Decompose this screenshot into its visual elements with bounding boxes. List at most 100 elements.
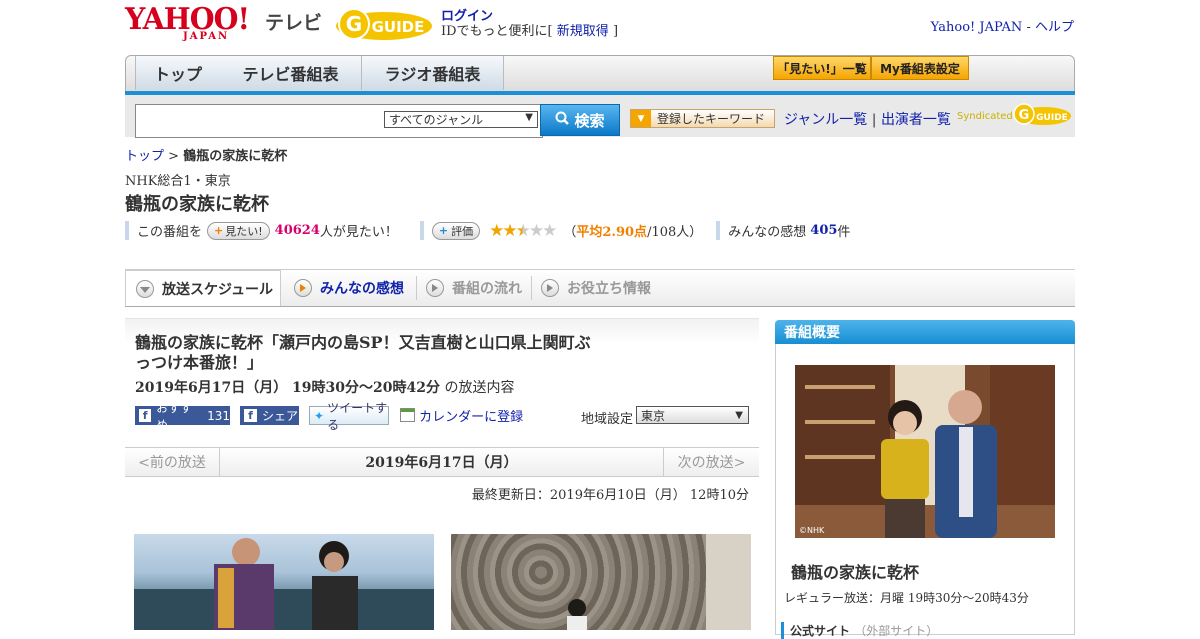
search-icon — [555, 111, 570, 129]
calendar-register[interactable]: カレンダーに登録 — [400, 406, 523, 425]
broadcast-pager: <前の放送 2019年6月17日（月） 次の放送> — [125, 447, 759, 477]
breadcrumb-separator: > — [168, 149, 180, 164]
want-count: 40624 — [274, 223, 320, 238]
star-icon: ★ — [515, 220, 531, 241]
syndicated-label: Syndicated — [957, 111, 1013, 122]
gguide-logo[interactable]: G GUIDE — [334, 6, 434, 42]
triangle-down-icon: ▼ — [631, 110, 651, 127]
subtab-label: みんなの感想 — [320, 281, 404, 297]
calendar-icon — [400, 408, 415, 422]
keyword-button[interactable]: ▼ 登録したキーワード — [630, 109, 775, 128]
login-note-prefix: IDでもっと便利に[ — [441, 24, 553, 39]
facebook-share-button[interactable]: f シェア — [240, 406, 299, 425]
want-prefix: この番組を — [137, 225, 203, 240]
want-button[interactable]: + 見たい! — [207, 221, 270, 240]
search-button[interactable]: 検索 — [540, 104, 620, 136]
tv-logo-text: テレビ — [265, 12, 323, 34]
sidebar-regular-broadcast: レギュラー放送：月曜 19時30分～20時43分 — [784, 591, 1029, 605]
episode-photo-boat — [134, 534, 434, 630]
current-broadcast-date: 2019年6月17日（月） — [365, 455, 518, 471]
facebook-icon: f — [244, 409, 257, 422]
prev-broadcast-button[interactable]: <前の放送 — [125, 448, 220, 476]
play-circle-icon — [426, 279, 444, 297]
breadcrumb-home[interactable]: トップ — [125, 149, 164, 164]
login-note-suffix: ] — [612, 24, 619, 39]
official-site-label: 公式サイト — [790, 624, 851, 638]
next-broadcast-button[interactable]: 次の放送> — [663, 448, 759, 476]
subtab-reviews[interactable]: みんなの感想 — [294, 270, 404, 306]
facebook-icon: f — [139, 409, 152, 422]
region-select-value: 東京 — [641, 408, 666, 423]
subtab-flow[interactable]: 番組の流れ — [426, 270, 522, 306]
gguide-logo-text: GUIDE — [372, 18, 425, 36]
star-icon: ★ — [502, 220, 517, 241]
divider — [716, 221, 721, 240]
genre-list-link[interactable]: ジャンル一覧 — [784, 112, 867, 128]
svg-text:G: G — [1019, 108, 1030, 123]
program-info-row: この番組を + 見たい! 40624 人が見たい！ + 評価 ★★★★★ （ 平… — [125, 220, 850, 241]
help-link[interactable]: ヘルプ — [1035, 20, 1074, 35]
syndicated-logo: Syndicated G GUIDE — [957, 100, 1072, 130]
signup-link[interactable]: 新規取得 — [557, 24, 609, 39]
svg-text:G: G — [346, 12, 362, 36]
yahoo-japan-link[interactable]: Yahoo! JAPAN — [931, 20, 1023, 35]
sidebar-program-title: 鶴瓶の家族に乾杯 — [791, 563, 920, 582]
want-list-button[interactable]: 「見たい!」一覧 — [773, 56, 871, 80]
chevron-down-circle-icon — [136, 279, 154, 298]
rating-count: /108人） — [647, 225, 703, 240]
facebook-recommend-button[interactable]: f おすすめ 131 — [135, 401, 230, 432]
official-site-note: （外部サイト） — [854, 624, 939, 638]
tweet-label: ツイートする — [327, 400, 388, 432]
search-link-separator: | — [871, 112, 877, 128]
fb-recommend-label: おすすめ — [156, 400, 193, 432]
official-site-link[interactable]: 公式サイト （外部サイト） — [781, 622, 938, 639]
chevron-down-icon: ▼ — [525, 112, 533, 123]
episode-title: 鶴瓶の家族に乾杯「瀬戸内の島SP！又吉直樹と山口県上関町ぶっつけ本番旅！」 — [135, 333, 591, 372]
want-button-label: 見たい! — [225, 224, 263, 238]
photo-credit: ©NHK — [799, 526, 825, 535]
want-suffix: 人が見たい！ — [319, 225, 398, 240]
tab-radio-schedule[interactable]: ラジオ番組表 — [362, 56, 504, 90]
star-icon: ★ — [489, 220, 504, 241]
review-count-link[interactable]: 405 — [810, 223, 837, 238]
search-button-label: 検索 — [574, 111, 605, 130]
tab-tv-schedule[interactable]: テレビ番組表 — [220, 56, 362, 90]
plus-icon: + — [214, 224, 224, 237]
rating-open: （ — [563, 225, 577, 240]
genre-select[interactable]: すべてのジャンル ▼ — [384, 111, 538, 128]
subtab-info[interactable]: お役立ち情報 — [541, 270, 651, 306]
review-prefix: みんなの感想 — [728, 225, 807, 240]
play-circle-icon — [294, 279, 312, 297]
episode-datetime: 2019年6月17日（月） 19時30分～20時42分 の放送内容 — [135, 377, 514, 397]
my-schedule-button[interactable]: My番組表設定 — [871, 56, 969, 80]
genre-select-value: すべてのジャンル — [389, 113, 484, 127]
calendar-register-link[interactable]: カレンダーに登録 — [419, 410, 523, 425]
rate-button[interactable]: + 評価 — [431, 221, 481, 240]
subtab-label: 番組の流れ — [452, 281, 522, 297]
performer-list-link[interactable]: 出演者一覧 — [881, 112, 951, 128]
login-note: IDでもっと便利に[ 新規取得 ] — [441, 20, 618, 39]
chevron-down-icon: ▼ — [735, 409, 743, 421]
yahoo-logo[interactable]: YAHOO! JAPAN — [125, 5, 260, 43]
rating-stars: ★★★★★ — [489, 220, 557, 241]
play-circle-icon — [541, 279, 559, 297]
top-right-links: Yahoo! JAPAN - ヘルプ — [931, 16, 1074, 35]
episode-datetime-value: 2019年6月17日（月） 19時30分～20時42分 — [135, 380, 440, 396]
link-separator: - — [1026, 20, 1031, 35]
tab-top[interactable]: トップ — [135, 56, 221, 90]
fb-share-label: シェア — [262, 409, 299, 423]
sidebar-heading: 番組概要 — [775, 320, 1075, 344]
keyword-button-label: 登録したキーワード — [657, 112, 766, 126]
search-links: ジャンル一覧 | 出演者一覧 — [784, 109, 951, 129]
divider — [419, 221, 424, 240]
last-updated: 最終更新日：2019年6月10日（月） 12時10分 — [471, 488, 749, 503]
star-icon: ★ — [528, 220, 544, 241]
region-select[interactable]: 東京 ▼ — [636, 406, 749, 424]
svg-text:GUIDE: GUIDE — [1036, 113, 1068, 123]
fb-recommend-count: 131 — [207, 408, 230, 423]
twitter-bird-icon: ✦ — [314, 408, 325, 423]
subtab-label: 放送スケジュール — [162, 281, 274, 298]
tweet-button[interactable]: ✦ ツイートする — [309, 401, 389, 432]
rate-button-label: 評価 — [451, 224, 474, 238]
subtab-schedule[interactable]: 放送スケジュール — [125, 270, 281, 306]
